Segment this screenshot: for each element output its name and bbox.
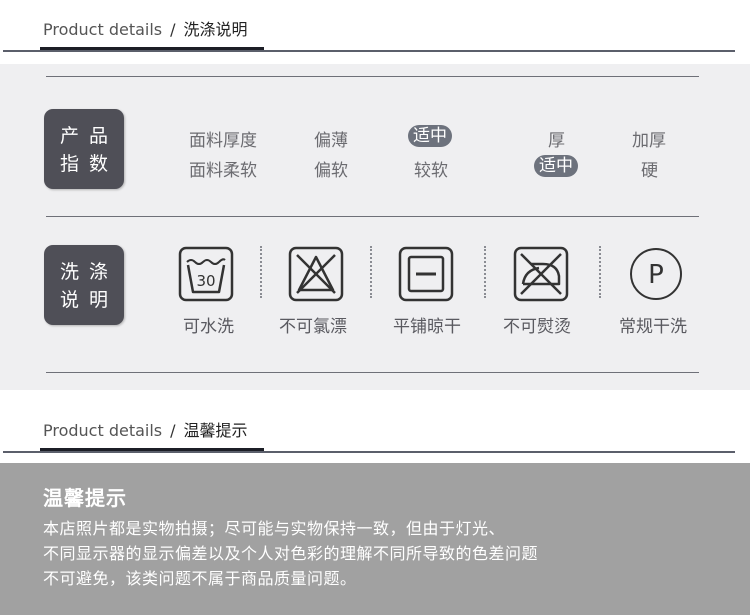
divider-bottom — [46, 372, 699, 373]
divider-middle — [46, 216, 699, 217]
divider-top — [46, 76, 699, 77]
header-slash: / — [170, 20, 176, 39]
care-label-no-bleach: 不可氯漂 — [279, 317, 347, 337]
badge-line1: 洗涤 — [59, 261, 118, 283]
header-divider — [3, 451, 735, 453]
header-label: Product details / 洗涤说明 — [43, 16, 248, 40]
header-slash: / — [170, 421, 176, 440]
tips-line-1: 本店照片都是实物拍摄；尽可能与实物保持一致，但由于灯光、 — [43, 519, 506, 538]
badge-line2: 说明 — [59, 289, 118, 311]
header-divider — [3, 50, 735, 52]
dry-clean-letter: P — [648, 260, 664, 290]
no-iron-icon — [513, 246, 569, 302]
product-info-panel: 产品 指数 面料厚度 偏薄 适中 厚 加厚 面料柔软 偏软 较软 适中 硬 洗涤… — [0, 64, 750, 390]
badge-line1: 产品 — [59, 125, 118, 147]
thickness-option-thin: 偏薄 — [314, 131, 348, 151]
softness-option-medium-selected: 适中 — [534, 155, 578, 177]
softness-option-softer: 较软 — [414, 161, 448, 181]
badge-line2: 指数 — [59, 153, 118, 175]
wash-instructions-badge: 洗涤 说明 — [44, 245, 124, 325]
header-cn: 洗涤说明 — [183, 20, 248, 39]
header-underline — [40, 448, 264, 451]
tips-line-2: 不同显示器的显示偏差以及个人对色彩的理解不同所导致的色差问题 — [43, 544, 539, 563]
care-label-wash: 可水洗 — [183, 317, 234, 337]
softness-option-hard: 硬 — [641, 161, 658, 181]
softness-option-soft: 偏软 — [314, 161, 348, 181]
tips-box: 温馨提示 本店照片都是实物拍摄；尽可能与实物保持一致，但由于灯光、 不同显示器的… — [0, 463, 750, 615]
care-label-dry-flat: 平铺晾干 — [393, 317, 461, 337]
header-underline — [40, 47, 264, 50]
header-cn: 温馨提示 — [183, 421, 248, 440]
care-separator — [484, 246, 486, 298]
care-label-no-iron: 不可熨烫 — [503, 317, 571, 337]
wash-temp: 30 — [196, 272, 215, 290]
thickness-option-thick: 厚 — [548, 131, 565, 151]
care-separator — [599, 246, 601, 298]
section-header-wash: Product details / 洗涤说明 — [0, 10, 750, 52]
header-en: Product details — [43, 421, 163, 440]
thickness-option-extra-thick: 加厚 — [632, 131, 666, 151]
care-label-dry-clean: 常规干洗 — [619, 317, 687, 337]
dry-clean-p-icon: P — [630, 248, 682, 300]
header-en: Product details — [43, 20, 163, 39]
care-separator — [260, 246, 262, 298]
softness-label: 面料柔软 — [189, 161, 257, 181]
thickness-option-medium-selected: 适中 — [408, 125, 452, 147]
dry-flat-icon — [398, 246, 454, 302]
tips-line-3: 不可避免，该类问题不属于商品质量问题。 — [43, 569, 357, 588]
no-bleach-icon — [288, 246, 344, 302]
care-separator — [370, 246, 372, 298]
thickness-label: 面料厚度 — [189, 131, 257, 151]
product-index-badge: 产品 指数 — [44, 109, 124, 189]
section-header-tips: Product details / 温馨提示 — [0, 411, 750, 453]
header-label: Product details / 温馨提示 — [43, 417, 248, 441]
hand-wash-30-icon: 30 — [178, 246, 234, 302]
tips-title: 温馨提示 — [43, 486, 127, 510]
